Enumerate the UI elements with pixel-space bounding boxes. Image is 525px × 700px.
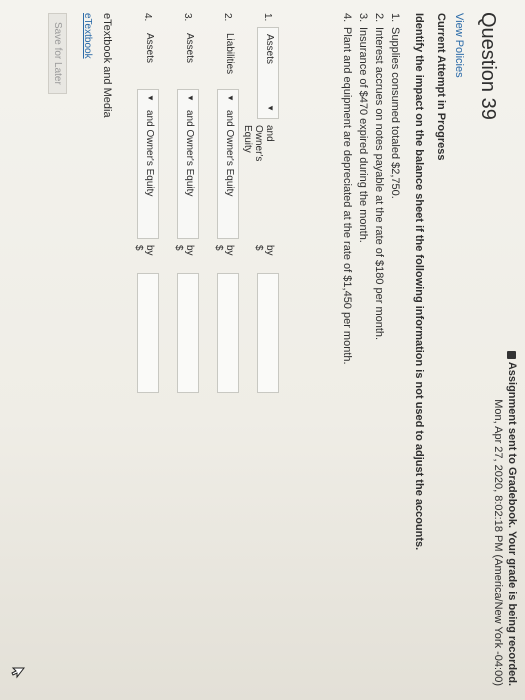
amount-input[interactable] [137,273,159,393]
attempt-status: Current Attempt in Progress [435,13,447,161]
list-item: 2.Interest accrues on notes payable at t… [373,13,385,341]
assignment-page: Assignment sent to Gradebook. Your grade… [0,0,525,700]
list-item: 1.Supplies consumed totaled $2,750. [389,13,401,199]
effect-label: by $ [173,245,195,256]
triangle-down-icon: ▼ [186,94,195,102]
triangle-down-icon: ▼ [146,94,155,102]
amount-input[interactable] [177,273,199,393]
lock-icon [507,350,517,359]
account-text: Assets [144,33,155,64]
list-item: 3.Insurance of $470 expired during the m… [357,13,369,243]
triangle-down-icon: ▼ [266,104,275,112]
mouse-pointer-icon [11,667,25,679]
instruction-text: Identify the impact on the balance sheet… [413,13,425,551]
effect-label: by $ [133,245,155,256]
question-title: Question 39 [477,12,499,120]
connector-select[interactable]: ▼ and Owner's Equity [137,89,159,239]
etextbook-media-heading: eTextbook and Media [101,13,113,118]
scenario-list: 1.Supplies consumed totaled $2,750. 2.In… [339,13,403,365]
account-text: Liabilities [224,33,235,75]
view-policies-link[interactable]: View Policies [453,13,465,78]
triangle-down-icon: ▼ [226,94,235,102]
save-for-later-button[interactable]: Save for Later [48,13,67,94]
connector-select[interactable]: ▼ and Owner's Equity [217,89,239,239]
banner-line1: Assignment sent to Gradebook. Your grade… [506,361,518,686]
gradebook-banner: Assignment sent to Gradebook. Your grade… [491,350,519,686]
connector-select[interactable]: ▼ and Owner's Equity [177,89,199,239]
etextbook-link[interactable]: eTextbook [82,13,93,59]
account-select[interactable]: Assets ▼ [257,27,279,119]
effect-label: by $ [213,245,235,256]
banner-line2: Mon, Apr 27, 2020, 8:02:18 PM (America/N… [492,399,504,686]
amount-input[interactable] [257,273,279,393]
account-text: Assets [184,33,195,64]
list-item: 4.Plant and equipment are depreciated at… [341,13,353,365]
connector-text: and Owner's Equity [242,125,275,162]
amount-input[interactable] [217,273,239,393]
effect-label: by $ [253,245,275,256]
